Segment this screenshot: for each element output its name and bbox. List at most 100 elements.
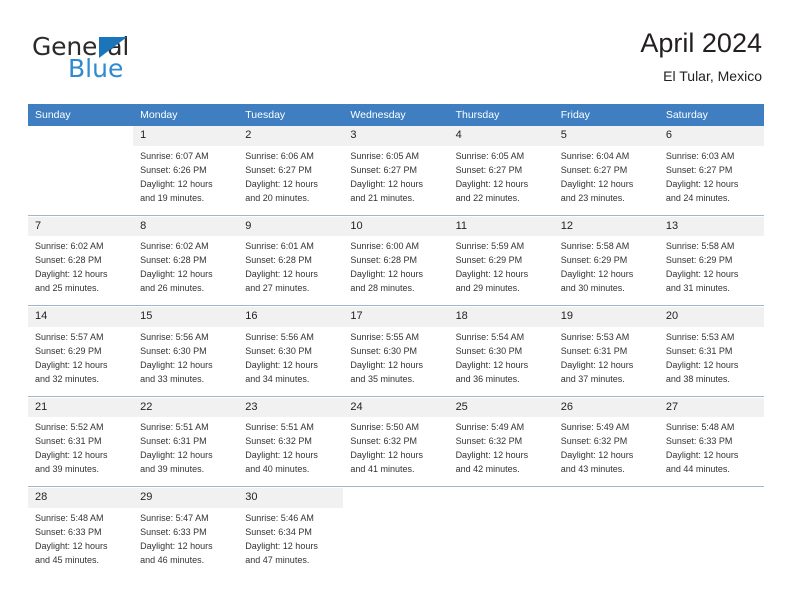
day-detail-cell[interactable]: Sunrise: 5:57 AM Sunset: 6:29 PM Daylight:… [28, 326, 134, 396]
day-number-cell[interactable]: 20 [658, 307, 764, 327]
day-sunset-text: Sunset: 6:32 PM [455, 436, 523, 447]
day-sunset-text: Sunset: 6:30 PM [245, 345, 312, 356]
day-sunrise-text: Sunrise: 5:56 AM [140, 331, 209, 342]
day-detail-cell[interactable]: Sunrise: 5:52 AM Sunset: 6:31 PM Daylight:… [28, 417, 134, 487]
day-daylight-line1-text: Daylight: 12 hours [455, 269, 529, 280]
day-number-cell[interactable]: 18 [448, 307, 554, 327]
day-number-cell[interactable]: 13 [658, 216, 764, 237]
day-number-cell [448, 488, 554, 508]
day-number-cell[interactable]: 8 [133, 216, 239, 237]
day-number-cell[interactable]: 28 [28, 488, 134, 508]
day-detail-cell[interactable]: Sunrise: 5:56 AM Sunset: 6:30 PM Daylight:… [133, 326, 239, 396]
day-number-cell[interactable]: 25 [448, 397, 554, 418]
title-block: April 2024 El Tular, Mexico [640, 28, 762, 84]
day-number-cell[interactable]: 16 [238, 307, 344, 327]
day-number-cell[interactable]: 9 [238, 216, 344, 237]
day-detail-cell[interactable]: Sunrise: 6:07 AM Sunset: 6:26 PM Daylight:… [133, 145, 239, 215]
day-number-cell[interactable]: 5 [553, 126, 659, 146]
day-daylight-line1-text: Daylight: 12 hours [350, 269, 423, 280]
day-detail-cell[interactable]: Sunrise: 6:02 AM Sunset: 6:28 PM Daylight:… [133, 236, 239, 306]
day-number-cell[interactable]: 12 [553, 216, 659, 237]
day-detail-cell[interactable]: Sunrise: 5:48 AM Sunset: 6:33 PM Daylight:… [658, 417, 764, 487]
day-daylight-line1-text: Daylight: 12 hours [245, 359, 318, 370]
day-sunset-text: Sunset: 6:27 PM [560, 164, 628, 175]
day-detail-cell[interactable]: Sunrise: 6:04 AM Sunset: 6:27 PM Daylight:… [553, 145, 659, 215]
day-detail-cell[interactable]: Sunrise: 5:58 AM Sunset: 6:29 PM Daylight:… [553, 236, 659, 306]
day-sunset-text: Sunset: 6:30 PM [455, 345, 523, 356]
day-sunset-text: Sunset: 6:31 PM [140, 436, 207, 447]
day-number-cell[interactable]: 11 [448, 216, 554, 237]
day-number-row: 21 22 23 24 25 26 27 [28, 397, 764, 418]
day-sunset-text: Sunset: 6:31 PM [35, 436, 102, 447]
weekday-header-monday: Monday [133, 104, 239, 126]
day-detail-cell[interactable]: Sunrise: 6:06 AM Sunset: 6:27 PM Daylight:… [238, 145, 344, 215]
day-detail-cell[interactable]: Sunrise: 5:49 AM Sunset: 6:32 PM Daylight:… [448, 417, 554, 487]
day-detail-cell[interactable]: Sunrise: 6:00 AM Sunset: 6:28 PM Daylight:… [343, 236, 449, 306]
day-number-cell[interactable]: 10 [343, 216, 449, 237]
day-sunrise-text: Sunrise: 5:47 AM [140, 512, 209, 523]
day-daylight-line2-text: and 32 minutes. [35, 373, 100, 384]
day-number-cell[interactable]: 6 [658, 126, 764, 146]
day-daylight-line2-text: and 24 minutes. [665, 192, 730, 203]
day-detail-cell[interactable]: Sunrise: 5:51 AM Sunset: 6:32 PM Daylight:… [238, 417, 344, 487]
day-number-cell[interactable]: 15 [133, 307, 239, 327]
day-number-cell[interactable]: 14 [28, 307, 134, 327]
day-number-cell[interactable]: 17 [343, 307, 449, 327]
day-number-cell[interactable]: 30 [238, 488, 344, 508]
day-detail-cell[interactable]: Sunrise: 5:59 AM Sunset: 6:29 PM Daylight:… [448, 236, 554, 306]
day-detail-cell[interactable]: Sunrise: 5:56 AM Sunset: 6:30 PM Daylight:… [238, 326, 344, 396]
day-number-cell[interactable]: 29 [133, 488, 239, 508]
day-detail-cell[interactable]: Sunrise: 6:02 AM Sunset: 6:28 PM Daylight:… [28, 236, 134, 306]
day-detail-cell[interactable]: Sunrise: 6:05 AM Sunset: 6:27 PM Daylight:… [343, 145, 449, 215]
day-detail-cell[interactable]: Sunrise: 5:46 AM Sunset: 6:34 PM Daylight:… [238, 507, 344, 577]
day-number-cell[interactable]: 26 [553, 397, 659, 418]
weekday-header-tuesday: Tuesday [238, 104, 344, 126]
day-number-cell[interactable]: 3 [343, 126, 449, 146]
day-detail-cell[interactable]: Sunrise: 5:54 AM Sunset: 6:30 PM Daylight:… [448, 326, 554, 396]
day-sunset-text: Sunset: 6:33 PM [665, 436, 733, 447]
day-detail-cell[interactable]: Sunrise: 6:05 AM Sunset: 6:27 PM Daylight:… [448, 145, 554, 215]
day-daylight-line1-text: Daylight: 12 hours [35, 269, 108, 280]
day-detail-cell[interactable]: Sunrise: 5:50 AM Sunset: 6:32 PM Daylight:… [343, 417, 449, 487]
day-detail-cell[interactable]: Sunrise: 5:47 AM Sunset: 6:33 PM Daylight:… [133, 507, 239, 577]
day-sunrise-text: Sunrise: 5:53 AM [560, 331, 630, 342]
weekday-header-sunday: Sunday [28, 104, 134, 126]
day-daylight-line2-text: and 25 minutes. [35, 283, 100, 294]
day-daylight-line2-text: and 33 minutes. [140, 373, 205, 384]
day-number-cell[interactable]: 21 [28, 397, 134, 418]
day-number-cell[interactable]: 19 [553, 307, 659, 327]
day-sunset-text: Sunset: 6:28 PM [140, 255, 207, 266]
day-number-cell[interactable]: 7 [28, 216, 134, 237]
day-number-cell[interactable]: 4 [448, 126, 554, 146]
day-detail-cell[interactable]: Sunrise: 5:48 AM Sunset: 6:33 PM Daylight:… [28, 507, 134, 577]
day-daylight-line1-text: Daylight: 12 hours [140, 359, 213, 370]
day-detail-cell[interactable]: Sunrise: 5:53 AM Sunset: 6:31 PM Daylight:… [658, 326, 764, 396]
day-detail-cell[interactable]: Sunrise: 6:01 AM Sunset: 6:28 PM Daylight:… [238, 236, 344, 306]
day-number-cell[interactable]: 22 [133, 397, 239, 418]
day-detail-cell [343, 507, 449, 577]
day-detail-cell[interactable]: Sunrise: 5:55 AM Sunset: 6:30 PM Daylight:… [343, 326, 449, 396]
day-daylight-line2-text: and 39 minutes. [35, 464, 100, 475]
masthead: General Blue April 2024 El Tular, Mexico [28, 28, 764, 98]
day-sunrise-text: Sunrise: 5:56 AM [245, 331, 314, 342]
day-number-cell[interactable]: 1 [133, 126, 239, 146]
day-detail-cell[interactable]: Sunrise: 5:58 AM Sunset: 6:29 PM Daylight:… [658, 236, 764, 306]
day-detail-cell[interactable]: Sunrise: 6:03 AM Sunset: 6:27 PM Daylight:… [658, 145, 764, 215]
day-number-cell[interactable]: 2 [238, 126, 344, 146]
day-number-cell [343, 488, 449, 508]
weekday-header-row: Sunday Monday Tuesday Wednesday Thursday… [28, 104, 764, 126]
day-daylight-line1-text: Daylight: 12 hours [245, 450, 318, 461]
day-daylight-line1-text: Daylight: 12 hours [560, 269, 634, 280]
day-number-row: 14 15 16 17 18 19 20 [28, 307, 764, 327]
day-daylight-line1-text: Daylight: 12 hours [35, 359, 108, 370]
day-detail-cell[interactable]: Sunrise: 5:49 AM Sunset: 6:32 PM Daylight:… [553, 417, 659, 487]
day-detail-cell [448, 507, 554, 577]
day-number-cell[interactable]: 27 [658, 397, 764, 418]
day-number-cell[interactable]: 24 [343, 397, 449, 418]
day-detail-cell[interactable]: Sunrise: 5:53 AM Sunset: 6:31 PM Daylight:… [553, 326, 659, 396]
general-blue-logo[interactable]: General Blue [32, 34, 222, 90]
day-number-cell[interactable]: 23 [238, 397, 344, 418]
day-sunset-text: Sunset: 6:32 PM [560, 436, 628, 447]
day-detail-cell[interactable]: Sunrise: 5:51 AM Sunset: 6:31 PM Daylight:… [133, 417, 239, 487]
day-daylight-line1-text: Daylight: 12 hours [350, 359, 423, 370]
